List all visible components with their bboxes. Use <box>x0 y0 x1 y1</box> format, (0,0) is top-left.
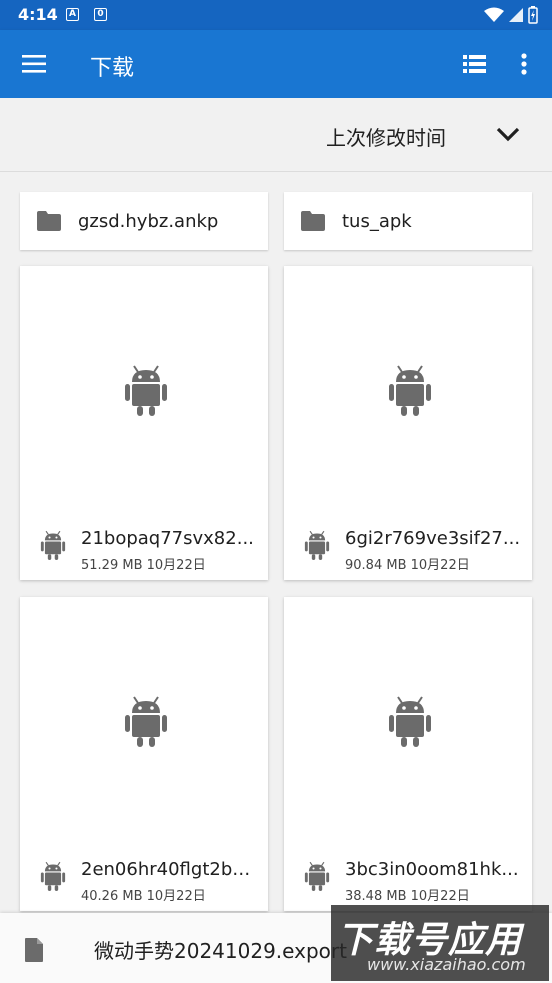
file-name: 6gi2r769ve3sif27... <box>345 528 521 549</box>
folder-name: tus_apk <box>342 211 412 232</box>
sort-label[interactable]: 上次修改时间 <box>326 122 446 151</box>
watermark-url: www.xiazaihao.com <box>367 955 526 974</box>
file-name: 3bc3in0oom81hk... <box>345 859 519 880</box>
file-date: 10月22日 <box>410 889 470 904</box>
watermark: 下载号应用 www.xiazaihao.com <box>331 905 549 981</box>
file-date: 10月22日 <box>146 889 206 904</box>
notification-a-icon: A <box>66 8 79 21</box>
file-name: 微动手势20241029.export <box>94 939 347 963</box>
status-time: 4:14 <box>18 5 58 24</box>
file-date: 10月22日 <box>146 558 206 573</box>
battery-charging-icon <box>528 6 538 24</box>
folder-icon <box>301 211 325 231</box>
file-card[interactable]: 2en06hr40flgt2bh... 40.26 MB 10月22日 <box>20 597 268 911</box>
signal-icon <box>509 8 523 22</box>
more-vert-icon[interactable] <box>512 48 536 80</box>
file-date: 10月22日 <box>410 558 470 573</box>
file-meta: 38.48 MB 10月22日 <box>345 885 470 904</box>
android-icon <box>40 861 66 891</box>
file-name: 21bopaq77svx82... <box>81 528 254 549</box>
file-card[interactable]: 3bc3in0oom81hk... 38.48 MB 10月22日 <box>284 597 532 911</box>
file-size: 51.29 MB <box>81 558 143 573</box>
file-card[interactable]: 21bopaq77svx82... 51.29 MB 10月22日 <box>20 266 268 580</box>
android-icon <box>304 530 330 560</box>
file-meta: 40.26 MB 10月22日 <box>81 885 206 904</box>
file-size: 38.48 MB <box>345 889 407 904</box>
status-indicators <box>484 6 538 24</box>
android-icon <box>125 365 167 416</box>
folder-icon <box>37 211 61 231</box>
folder-item[interactable]: gzsd.hybz.ankp <box>20 192 268 250</box>
app-bar: 下载 <box>0 30 552 98</box>
folder-item[interactable]: tus_apk <box>284 192 532 250</box>
wifi-icon <box>484 7 504 22</box>
notification-zero-icon: 0 <box>94 8 107 21</box>
file-size: 90.84 MB <box>345 558 407 573</box>
hamburger-menu-icon[interactable] <box>20 50 50 78</box>
android-icon <box>125 696 167 747</box>
chevron-down-icon[interactable] <box>494 122 522 146</box>
android-icon <box>40 530 66 560</box>
file-size: 40.26 MB <box>81 889 143 904</box>
status-bar: 4:14 A 0 <box>0 0 552 30</box>
android-icon <box>389 365 431 416</box>
file-meta: 90.84 MB 10月22日 <box>345 554 470 573</box>
android-icon <box>389 696 431 747</box>
file-meta: 51.29 MB 10月22日 <box>81 554 206 573</box>
folder-name: gzsd.hybz.ankp <box>78 211 219 232</box>
android-icon <box>304 861 330 891</box>
file-name: 2en06hr40flgt2bh... <box>81 859 259 880</box>
sort-bar[interactable]: 上次修改时间 <box>0 98 552 172</box>
page-title: 下载 <box>90 56 135 81</box>
list-view-icon[interactable] <box>460 50 490 78</box>
file-card[interactable]: 6gi2r769ve3sif27... 90.84 MB 10月22日 <box>284 266 532 580</box>
document-icon <box>25 938 43 962</box>
